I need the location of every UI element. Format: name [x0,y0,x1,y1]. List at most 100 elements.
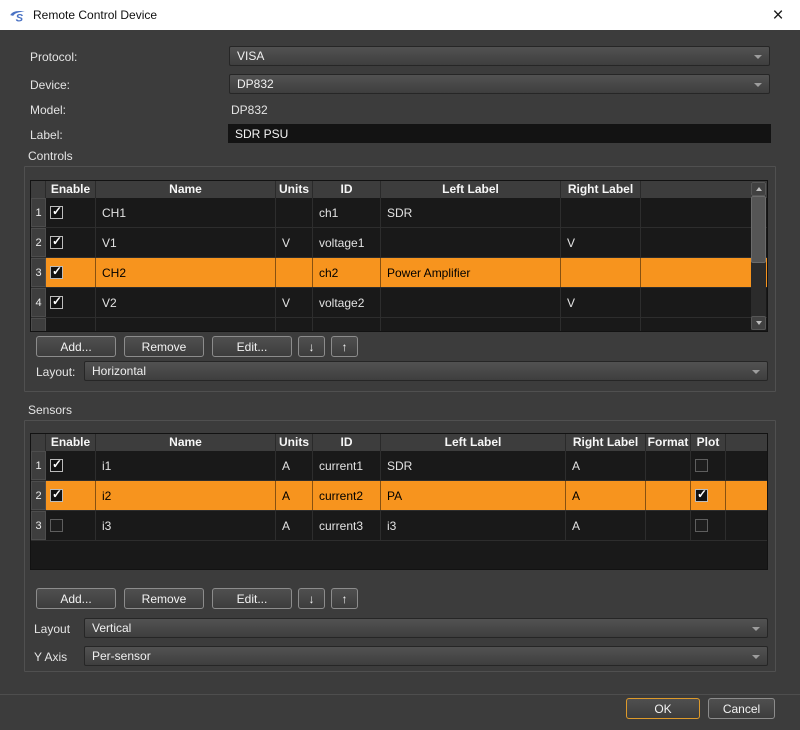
controls-move-up-button[interactable]: ↑ [331,336,358,357]
cell-right_label[interactable]: V [561,288,641,317]
enable-checkbox[interactable] [50,266,63,279]
device-select[interactable]: DP832 [229,74,770,94]
controls-add-button[interactable]: Add... [36,336,116,357]
cell-enable[interactable] [46,481,96,510]
column-header-left-label: Left Label [381,181,561,198]
column-header-enable: Enable [46,181,96,198]
column-header-format: Format [646,434,691,451]
sensors-move-down-button[interactable]: ↓ [298,588,325,609]
plot-checkbox[interactable] [695,519,708,532]
controls-remove-button[interactable]: Remove [124,336,204,357]
cell-plot[interactable] [691,481,726,510]
table-header-filler [726,434,767,451]
controls-move-down-button[interactable]: ↓ [298,336,325,357]
sensors-add-button[interactable]: Add... [36,588,116,609]
table-row[interactable]: 1 CH1 ch1SDR [31,198,767,228]
cell-plot[interactable] [691,451,726,480]
cell-units[interactable] [276,258,313,287]
row-number[interactable]: 1 [31,198,46,227]
cell-units[interactable]: V [276,228,313,257]
cell-units[interactable]: V [276,288,313,317]
table-row[interactable]: 2i2Acurrent2PAA [31,481,767,511]
cell-name[interactable]: CH1 [96,198,276,227]
cell-id[interactable]: current1 [313,451,381,480]
enable-checkbox[interactable] [50,489,63,502]
cancel-button[interactable]: Cancel [708,698,775,719]
cell-units[interactable]: A [276,481,313,510]
controls-layout-select[interactable]: Horizontal [84,361,768,381]
cell-left_label[interactable]: Power Amplifier [381,258,561,287]
cell-units[interactable]: A [276,451,313,480]
cell-name[interactable]: V1 [96,228,276,257]
cell-name[interactable]: i1 [96,451,276,480]
scroll-down-button[interactable] [751,316,766,330]
cell-enable[interactable] [46,198,96,227]
cell-name[interactable]: CH2 [96,258,276,287]
controls-edit-button[interactable]: Edit... [212,336,292,357]
plot-checkbox[interactable] [695,459,708,472]
cell-right_label[interactable] [561,198,641,227]
row-number[interactable]: 3 [31,511,46,540]
cell-left_label[interactable]: i3 [381,511,566,540]
scrollbar-track[interactable] [751,196,766,316]
cell-name[interactable]: i2 [96,481,276,510]
cell-left_label[interactable]: PA [381,481,566,510]
cell-format[interactable] [646,481,691,510]
table-row[interactable]: 4V2Vvoltage2V [31,288,767,318]
cell-id[interactable]: current3 [313,511,381,540]
row-number[interactable]: 4 [31,288,46,317]
table-row[interactable]: 3 CH2 ch2Power Amplifier [31,258,767,288]
enable-checkbox[interactable] [50,206,63,219]
cell-right_label[interactable]: A [566,451,646,480]
scrollbar-thumb[interactable] [751,196,766,263]
cell-enable[interactable] [46,258,96,287]
cell-id[interactable]: ch1 [313,198,381,227]
label-input[interactable] [228,124,771,143]
cell-units[interactable]: A [276,511,313,540]
cell-plot[interactable] [691,511,726,540]
cell-id[interactable]: voltage1 [313,228,381,257]
cell-left_label[interactable] [381,288,561,317]
enable-checkbox[interactable] [50,236,63,249]
cell-left_label[interactable]: SDR [381,198,561,227]
cell-right_label[interactable] [561,258,641,287]
row-number[interactable]: 1 [31,451,46,480]
cell-enable[interactable] [46,451,96,480]
cell-units[interactable] [276,198,313,227]
sensors-edit-button[interactable]: Edit... [212,588,292,609]
sensors-layout-select[interactable]: Vertical [84,618,768,638]
cell-right_label[interactable]: A [566,481,646,510]
enable-checkbox[interactable] [50,519,63,532]
table-row[interactable]: 1i1Acurrent1SDRA [31,451,767,481]
enable-checkbox[interactable] [50,459,63,472]
row-number[interactable]: 2 [31,228,46,257]
cell-right_label[interactable]: V [561,228,641,257]
table-row[interactable]: 3i3Acurrent3i3A [31,511,767,541]
cell-enable[interactable] [46,288,96,317]
cell-enable[interactable] [46,511,96,540]
scroll-up-button[interactable] [751,182,766,196]
ok-button[interactable]: OK [626,698,700,719]
vertical-scrollbar[interactable] [751,182,766,330]
row-number[interactable]: 3 [31,258,46,287]
row-number[interactable]: 2 [31,481,46,510]
cell-id[interactable]: ch2 [313,258,381,287]
cell-id[interactable]: current2 [313,481,381,510]
cell-id[interactable]: voltage2 [313,288,381,317]
sensors-move-up-button[interactable]: ↑ [331,588,358,609]
enable-checkbox[interactable] [50,296,63,309]
cell-format[interactable] [646,451,691,480]
sensors-remove-button[interactable]: Remove [124,588,204,609]
cell-enable[interactable] [46,228,96,257]
cell-left_label[interactable] [381,228,561,257]
cell-left_label[interactable]: SDR [381,451,566,480]
protocol-select[interactable]: VISA [229,46,770,66]
plot-checkbox[interactable] [695,489,708,502]
cell-right_label[interactable]: A [566,511,646,540]
y-axis-select[interactable]: Per-sensor [84,646,768,666]
cell-format[interactable] [646,511,691,540]
table-row[interactable]: 2V1Vvoltage1V [31,228,767,258]
cell-name[interactable]: V2 [96,288,276,317]
close-button[interactable]: × [760,2,796,28]
cell-name[interactable]: i3 [96,511,276,540]
